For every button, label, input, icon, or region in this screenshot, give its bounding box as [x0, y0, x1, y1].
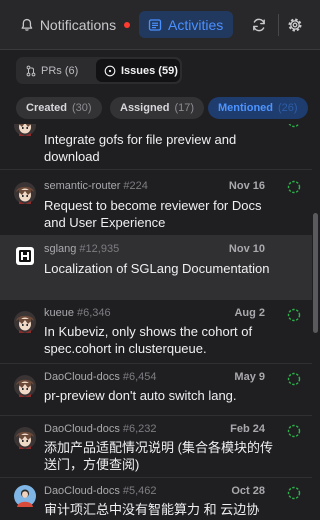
issue-row[interactable]: Integrate gofs for file preview and down…	[0, 124, 312, 170]
open-issue-icon	[288, 124, 300, 128]
header-bar: Notifications Activities	[0, 0, 320, 50]
open-issue-icon	[287, 486, 301, 500]
scrollbar-thumb[interactable]	[313, 213, 318, 333]
issue-number: #5,462	[122, 485, 157, 497]
issue-meta: semantic-router #224	[44, 180, 148, 192]
issue-number: #6,232	[122, 423, 157, 435]
repo-name: DaoCloud-docs	[44, 371, 120, 383]
filter-assigned-label: Assigned	[120, 102, 170, 114]
filter-created-label: Created	[26, 102, 67, 114]
bell-icon	[21, 18, 33, 31]
issue-row[interactable]: DaoCloud-docs #5,462 Oct 28 审计项汇总中没有智能算力 …	[0, 478, 312, 520]
issue-title: Request to become reviewer for Docs and …	[44, 198, 262, 230]
anime-avatar	[14, 311, 36, 333]
issue-title: 审计项汇总中没有智能算力 和 云边协同?	[44, 502, 260, 520]
repo-name: kueue	[44, 307, 74, 319]
issue-number: #12,935	[79, 243, 120, 255]
issue-row[interactable]: semantic-router #224 Nov 16 Request to be…	[0, 170, 312, 236]
anime-avatar	[14, 427, 36, 449]
refresh-icon	[253, 18, 265, 32]
issue-meta: DaoCloud-docs #6,232	[44, 423, 156, 435]
anime-avatar	[14, 124, 36, 136]
segment-prs-label: PRs (6)	[41, 64, 79, 77]
issue-date: Oct 28	[231, 485, 265, 497]
issue-title: pr-preview don't auto switch lang.	[44, 388, 237, 403]
filter-created[interactable]: Created (30)	[16, 97, 102, 119]
issue-list: Integrate gofs for file preview and down…	[0, 124, 320, 520]
type-segmented-control: PRs (6) Issues (59)	[16, 57, 182, 84]
repo-name: DaoCloud-docs	[44, 485, 120, 497]
issue-title: 添加产品适配情况说明 (集合各模块的传送门，方便查阅)	[44, 440, 273, 472]
segment-issues-label: Issues (59)	[121, 64, 178, 77]
issue-number: #6,346	[76, 307, 111, 319]
filter-pills: Created (30) Assigned (17) Mentioned (26…	[0, 90, 320, 124]
repo-name: semantic-router	[44, 180, 121, 192]
person-avatar	[14, 485, 36, 507]
tab-notifications[interactable]: Notifications	[12, 12, 130, 38]
open-issue-icon	[287, 308, 301, 322]
anime-avatar	[14, 182, 36, 204]
pull-request-icon	[26, 65, 36, 76]
segment-issues[interactable]: Issues (59)	[96, 59, 180, 82]
tab-notifications-label: Notifications	[39, 17, 117, 33]
issue-title: Localization of SGLang Documentation	[44, 261, 270, 276]
issue-row[interactable]: DaoCloud-docs #6,454 May 9 pr-preview don…	[0, 364, 312, 416]
repo-name: sglang	[44, 243, 77, 255]
issue-meta: DaoCloud-docs #6,454	[44, 371, 156, 383]
gear-icon	[288, 18, 302, 32]
anime-avatar	[14, 375, 36, 397]
filter-mentioned-label: Mentioned	[218, 102, 273, 114]
segment-prs[interactable]: PRs (6)	[18, 59, 94, 82]
issue-title: In Kubeviz, only shows the cohort of spe…	[44, 324, 253, 356]
filter-assigned[interactable]: Assigned (17)	[110, 97, 205, 119]
inbox-icon	[148, 18, 162, 31]
issue-meta: sglang #12,935	[44, 243, 119, 255]
issue-number: #224	[123, 180, 148, 192]
repo-name: DaoCloud-docs	[44, 423, 120, 435]
open-issue-icon	[287, 372, 301, 386]
issue-date: Nov 10	[228, 243, 265, 255]
issue-row[interactable]: kueue #6,346 Aug 2 In Kubeviz, only shows…	[0, 300, 312, 364]
issue-number: #6,454	[122, 371, 157, 383]
issue-date: May 9	[234, 371, 265, 383]
open-issue-icon	[287, 424, 301, 438]
filter-created-count: (30)	[71, 102, 92, 114]
issue-meta: kueue #6,346	[44, 307, 111, 319]
header-divider	[278, 14, 279, 36]
unread-dot	[124, 22, 130, 28]
tab-activities[interactable]: Activities	[139, 11, 233, 38]
issue-title: Integrate gofs for file preview and down…	[44, 132, 237, 164]
issue-date: Aug 2	[234, 307, 265, 319]
issue-date: Nov 16	[228, 180, 265, 192]
tab-activities-label: Activities	[168, 16, 224, 33]
filter-mentioned[interactable]: Mentioned (26)	[208, 97, 308, 119]
open-issue-icon	[287, 180, 301, 194]
refresh-button[interactable]	[248, 14, 270, 36]
filter-mentioned-count: (26)	[278, 102, 298, 114]
issue-icon	[104, 65, 116, 76]
issue-date: Feb 24	[230, 423, 265, 435]
issue-row[interactable]: sglang #12,935 Nov 10 Localization of SGL…	[0, 236, 312, 300]
filter-assigned-count: (17)	[174, 102, 195, 114]
issue-meta: DaoCloud-docs #5,462	[44, 485, 156, 497]
settings-button[interactable]	[284, 14, 306, 36]
issue-row[interactable]: DaoCloud-docs #6,232 Feb 24 添加产品适配情况说明 (集…	[0, 416, 312, 478]
sglang-logo	[16, 247, 34, 265]
